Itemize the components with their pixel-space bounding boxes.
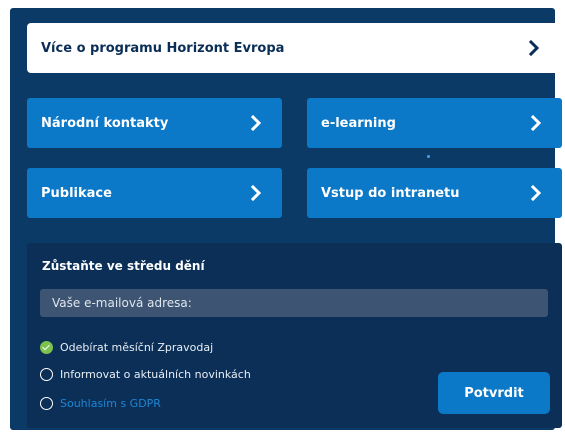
tile-label: Národní kontakty bbox=[41, 115, 169, 131]
tile-label: Publikace bbox=[41, 185, 112, 201]
e-learning-tile[interactable]: e-learning bbox=[307, 98, 562, 148]
gdpr-link[interactable]: Souhlasím s GDPR bbox=[60, 397, 161, 410]
radio-empty-icon bbox=[40, 397, 53, 410]
radio-empty-icon bbox=[40, 368, 53, 381]
narodni-kontakty-tile[interactable]: Národní kontakty bbox=[27, 98, 282, 148]
chevron-right-icon bbox=[250, 185, 262, 201]
subscribe-title: Zůstaňte ve středu dění bbox=[42, 259, 205, 273]
option-zpravodaj[interactable]: Odebírat měsíční Zpravodaj bbox=[40, 341, 213, 354]
chevron-right-icon bbox=[528, 40, 540, 56]
tile-label: Vstup do intranetu bbox=[321, 185, 460, 201]
decorative-dot bbox=[427, 155, 430, 158]
chevron-right-icon bbox=[250, 115, 262, 131]
vstup-do-intranetu-tile[interactable]: Vstup do intranetu bbox=[307, 168, 562, 218]
chevron-right-icon bbox=[530, 185, 542, 201]
horizont-evropa-link[interactable]: Více o programu Horizont Evropa bbox=[27, 23, 562, 73]
horizont-evropa-label: Více o programu Horizont Evropa bbox=[41, 40, 285, 56]
email-input[interactable] bbox=[40, 289, 548, 317]
submit-button[interactable]: Potvrdit bbox=[438, 372, 550, 414]
chevron-right-icon bbox=[530, 115, 542, 131]
option-label: Odebírat měsíční Zpravodaj bbox=[60, 341, 214, 354]
tile-label: e-learning bbox=[321, 115, 396, 131]
option-gdpr[interactable]: Souhlasím s GDPR bbox=[40, 397, 161, 410]
check-circle-icon bbox=[40, 341, 53, 354]
option-label: Informovat o aktuálních novinkách bbox=[60, 368, 251, 381]
option-novinky[interactable]: Informovat o aktuálních novinkách bbox=[40, 368, 251, 381]
publikace-tile[interactable]: Publikace bbox=[27, 168, 282, 218]
